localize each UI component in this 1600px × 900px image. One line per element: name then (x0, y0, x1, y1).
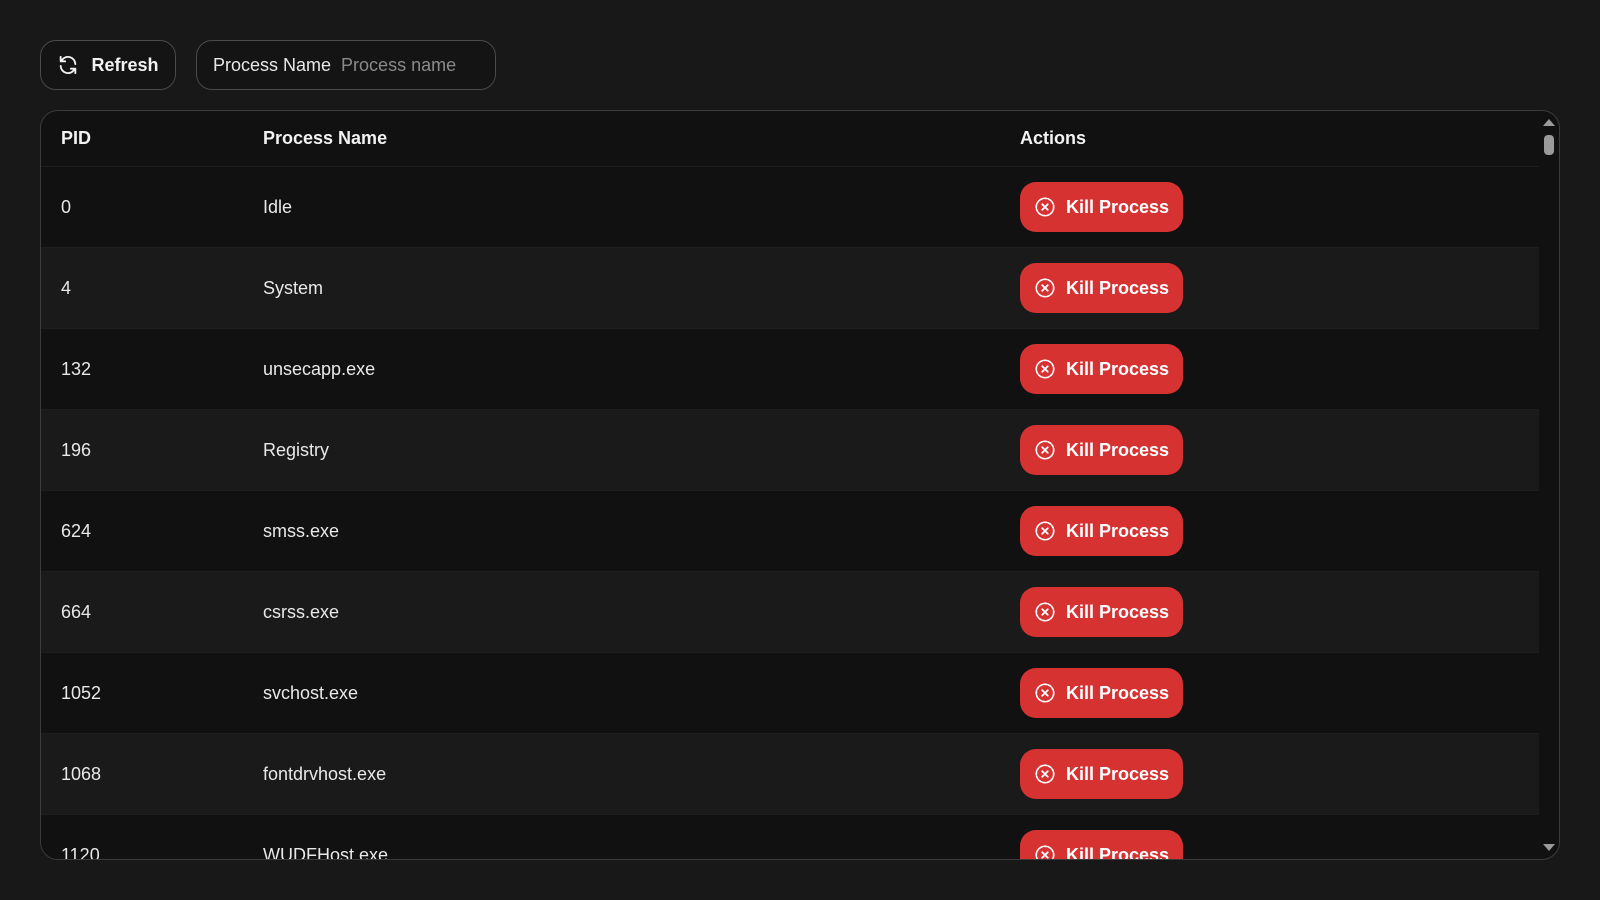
table-row: 1068 fontdrvhost.exe Kill Process (41, 734, 1539, 815)
kill-process-button[interactable]: Kill Process (1020, 425, 1183, 475)
scroll-up-arrow-icon[interactable] (1543, 119, 1555, 126)
table-row: 0 Idle Kill Process (41, 167, 1539, 248)
kill-process-button[interactable]: Kill Process (1020, 506, 1183, 556)
actions-cell: Kill Process (1020, 506, 1539, 556)
table-row: 1120 WUDFHost.exe Kill Process (41, 815, 1539, 859)
kill-process-button[interactable]: Kill Process (1020, 668, 1183, 718)
process-name-cell: Registry (263, 439, 330, 460)
header-process-name: Process Name (263, 128, 388, 148)
refresh-icon (60, 55, 77, 75)
header-actions: Actions (1020, 128, 1087, 148)
actions-cell: Kill Process (1020, 587, 1539, 637)
actions-cell: Kill Process (1020, 263, 1539, 313)
x-circle-icon (1035, 278, 1055, 298)
refresh-button[interactable]: Refresh (40, 40, 176, 90)
table-body-scroll[interactable]: PID Process Name Actions 0 Idle Kill Proce… (41, 111, 1539, 859)
scroll-down-arrow-icon[interactable] (1543, 844, 1555, 851)
table-row: 132 unsecapp.exe Kill Process (41, 329, 1539, 410)
toolbar: Refresh Process Name (40, 40, 496, 90)
kill-process-label: Kill Process (1065, 763, 1170, 784)
kill-process-button[interactable]: Kill Process (1020, 587, 1183, 637)
table-row: 1052 svchost.exe Kill Process (41, 653, 1539, 734)
table-row: 4 System Kill Process (41, 248, 1539, 329)
x-circle-icon (1035, 521, 1055, 541)
actions-cell: Kill Process (1020, 749, 1539, 799)
kill-process-button[interactable]: Kill Process (1020, 749, 1183, 799)
pid-cell: 196 (61, 439, 92, 460)
table-row: 196 Registry Kill Process (41, 410, 1539, 491)
process-name-cell: Idle (263, 196, 293, 217)
kill-process-button[interactable]: Kill Process (1020, 182, 1183, 232)
process-name-cell: csrss.exe (263, 601, 340, 622)
pid-cell: 1068 (61, 763, 102, 784)
kill-process-button[interactable]: Kill Process (1020, 263, 1183, 313)
actions-cell: Kill Process (1020, 182, 1539, 232)
table-header: PID Process Name Actions (41, 111, 1539, 167)
x-circle-icon (1035, 602, 1055, 622)
actions-cell: Kill Process (1020, 830, 1539, 859)
table-row: 624 smss.exe Kill Process (41, 491, 1539, 572)
process-name-cell: fontdrvhost.exe (263, 763, 387, 784)
kill-process-label: Kill Process (1065, 601, 1170, 622)
table-row: 664 csrss.exe Kill Process (41, 572, 1539, 653)
x-circle-icon (1035, 845, 1055, 859)
x-circle-icon (1035, 683, 1055, 703)
pid-cell: 4 (61, 277, 72, 298)
process-name-cell: svchost.exe (263, 682, 359, 703)
vertical-scrollbar[interactable] (1539, 111, 1559, 859)
kill-process-button[interactable]: Kill Process (1020, 830, 1183, 859)
process-name-cell: smss.exe (263, 520, 340, 541)
kill-process-label: Kill Process (1065, 682, 1170, 703)
process-name-cell: WUDFHost.exe (263, 844, 389, 860)
process-name-cell: unsecapp.exe (263, 358, 376, 379)
refresh-label: Refresh (91, 54, 159, 75)
process-name-input[interactable] (341, 54, 495, 76)
pid-cell: 1052 (61, 682, 102, 703)
table-rows: 0 Idle Kill Process 4 System Kill Process 132 u… (41, 167, 1539, 859)
pid-cell: 624 (61, 520, 92, 541)
x-circle-icon (1035, 197, 1055, 217)
x-circle-icon (1035, 440, 1055, 460)
pid-cell: 1120 (61, 844, 100, 860)
x-circle-icon (1035, 359, 1055, 379)
process-name-cell: System (263, 277, 324, 298)
scroll-thumb[interactable] (1544, 135, 1554, 155)
actions-cell: Kill Process (1020, 425, 1539, 475)
process-table: PID Process Name Actions 0 Idle Kill Proce… (40, 110, 1560, 860)
pid-cell: 132 (61, 358, 92, 379)
kill-process-label: Kill Process (1065, 520, 1170, 541)
kill-process-label: Kill Process (1065, 196, 1170, 217)
actions-cell: Kill Process (1020, 668, 1539, 718)
actions-cell: Kill Process (1020, 344, 1539, 394)
header-pid: PID (61, 128, 92, 148)
kill-process-label: Kill Process (1065, 358, 1170, 379)
x-circle-icon (1035, 764, 1055, 784)
filter-label: Process Name (213, 54, 332, 75)
kill-process-button[interactable]: Kill Process (1020, 344, 1183, 394)
process-name-filter[interactable]: Process Name (196, 40, 496, 90)
kill-process-label: Kill Process (1065, 277, 1170, 298)
pid-cell: 664 (61, 601, 92, 622)
kill-process-label: Kill Process (1065, 844, 1170, 860)
kill-process-label: Kill Process (1065, 439, 1170, 460)
pid-cell: 0 (61, 196, 72, 217)
